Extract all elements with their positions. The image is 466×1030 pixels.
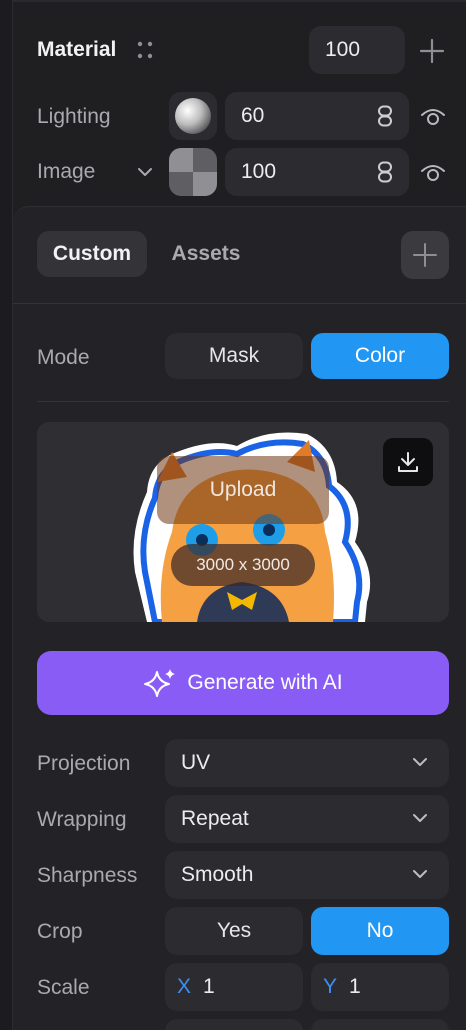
download-button[interactable]	[383, 438, 433, 486]
lighting-label: Lighting	[37, 105, 111, 128]
chevron-down-icon	[413, 758, 427, 766]
top-divider	[13, 0, 466, 2]
sharpness-label: Sharpness	[37, 864, 138, 887]
scale-label: Scale	[37, 976, 90, 999]
x-axis-label: X	[177, 975, 192, 998]
visibility-icon[interactable]	[417, 102, 449, 130]
texture-preview[interactable]: Upload 3000 x 3000	[37, 422, 449, 622]
material-panel: Material 100 Lighting 60 Image 100 Custo…	[12, 0, 466, 1030]
download-icon	[398, 452, 418, 472]
image-dimensions-badge: 3000 x 3000	[171, 544, 315, 586]
sharpness-select[interactable]: Smooth	[165, 851, 449, 899]
link-icon[interactable]	[373, 160, 397, 184]
image-thumbnail[interactable]	[169, 148, 217, 196]
visibility-icon[interactable]	[417, 158, 449, 186]
scale-y-input[interactable]: Y 1	[311, 963, 449, 1011]
lighting-sphere-swatch[interactable]	[169, 92, 217, 140]
divider	[37, 401, 449, 402]
plus-icon	[413, 243, 437, 267]
sharpness-value: Smooth	[181, 863, 254, 886]
image-label: Image	[37, 160, 96, 183]
wrapping-select[interactable]: Repeat	[165, 795, 449, 843]
projection-value: UV	[181, 751, 211, 774]
crop-label: Crop	[37, 920, 83, 943]
sparkles-icon	[144, 669, 176, 697]
link-icon[interactable]	[373, 104, 397, 128]
material-value-input[interactable]: 100	[309, 26, 405, 74]
add-icon[interactable]	[417, 36, 447, 66]
mode-mask-button[interactable]: Mask	[165, 333, 303, 379]
scale-x-input[interactable]: X 1	[165, 963, 303, 1011]
wrapping-label: Wrapping	[37, 808, 127, 831]
projection-select[interactable]: UV	[165, 739, 449, 787]
add-asset-button[interactable]	[401, 231, 449, 279]
crop-yes-button[interactable]: Yes	[165, 907, 303, 955]
tab-custom[interactable]: Custom	[37, 231, 147, 277]
drag-handle-icon[interactable]	[133, 38, 157, 62]
generate-label: Generate with AI	[187, 671, 343, 694]
wrapping-value: Repeat	[181, 807, 249, 830]
projection-label: Projection	[37, 752, 131, 775]
next-row-field[interactable]	[165, 1019, 303, 1030]
mode-color-button[interactable]: Color	[311, 333, 449, 379]
crop-no-button[interactable]: No	[311, 907, 449, 955]
y-axis-label: Y	[323, 975, 338, 998]
scale-x-value: 1	[203, 975, 215, 998]
chevron-down-icon	[413, 814, 427, 822]
tab-assets[interactable]: Assets	[161, 231, 251, 277]
generate-with-ai-button[interactable]: Generate with AI	[37, 651, 449, 715]
divider	[13, 303, 466, 304]
chevron-down-icon[interactable]	[133, 160, 157, 184]
next-row-field[interactable]	[311, 1019, 449, 1030]
upload-button[interactable]: Upload	[157, 456, 329, 524]
scale-y-value: 1	[349, 975, 361, 998]
mode-label: Mode	[37, 346, 90, 369]
material-title: Material	[37, 38, 117, 61]
chevron-down-icon	[413, 870, 427, 878]
